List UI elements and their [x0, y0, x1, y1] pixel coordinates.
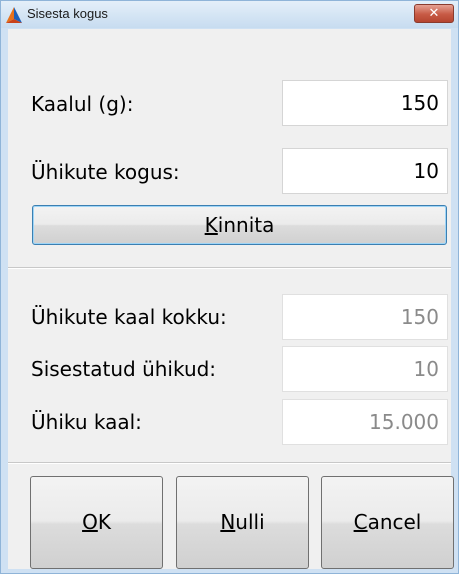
confirm-button[interactable]: Kinnita [32, 205, 447, 245]
confirm-mnemonic: K [204, 213, 218, 237]
unit-weight-label: Ühiku kaal: [31, 410, 142, 434]
cancel-label: ancel [367, 510, 422, 534]
dialog-window: Sisesta kogus ✕ Kaalul (g): 150 Ühikute … [0, 0, 459, 574]
dialog-content: Kaalul (g): 150 Ühikute kogus: 10 Kinnit… [8, 29, 454, 569]
buttons-divider [8, 462, 451, 464]
ok-button[interactable]: OK [30, 476, 163, 569]
section-divider [8, 267, 451, 269]
entered-units-label: Sisestatud ühikud: [31, 357, 217, 381]
total-weight-label: Ühikute kaal kokku: [31, 305, 227, 329]
ok-label: K [97, 510, 111, 534]
window-title: Sisesta kogus [27, 6, 108, 21]
reset-button[interactable]: Nulli [176, 476, 309, 569]
weight-input[interactable]: 150 [282, 80, 448, 126]
confirm-label: innita [217, 213, 275, 237]
entered-units-field: 10 [282, 346, 448, 392]
title-bar[interactable]: Sisesta kogus ✕ [1, 1, 458, 28]
total-weight-field: 150 [282, 294, 448, 340]
app-logo-icon [6, 7, 22, 23]
reset-mnemonic: N [220, 510, 236, 534]
unit-count-label: Ühikute kogus: [31, 160, 180, 184]
unit-weight-field: 15.000 [282, 399, 448, 445]
ok-mnemonic: O [82, 510, 98, 534]
reset-label: ulli [235, 510, 265, 534]
unit-count-input[interactable]: 10 [282, 148, 448, 194]
cancel-button[interactable]: Cancel [321, 476, 454, 569]
cancel-mnemonic: C [353, 510, 368, 534]
close-button[interactable]: ✕ [414, 4, 454, 23]
weight-label: Kaalul (g): [31, 92, 134, 116]
